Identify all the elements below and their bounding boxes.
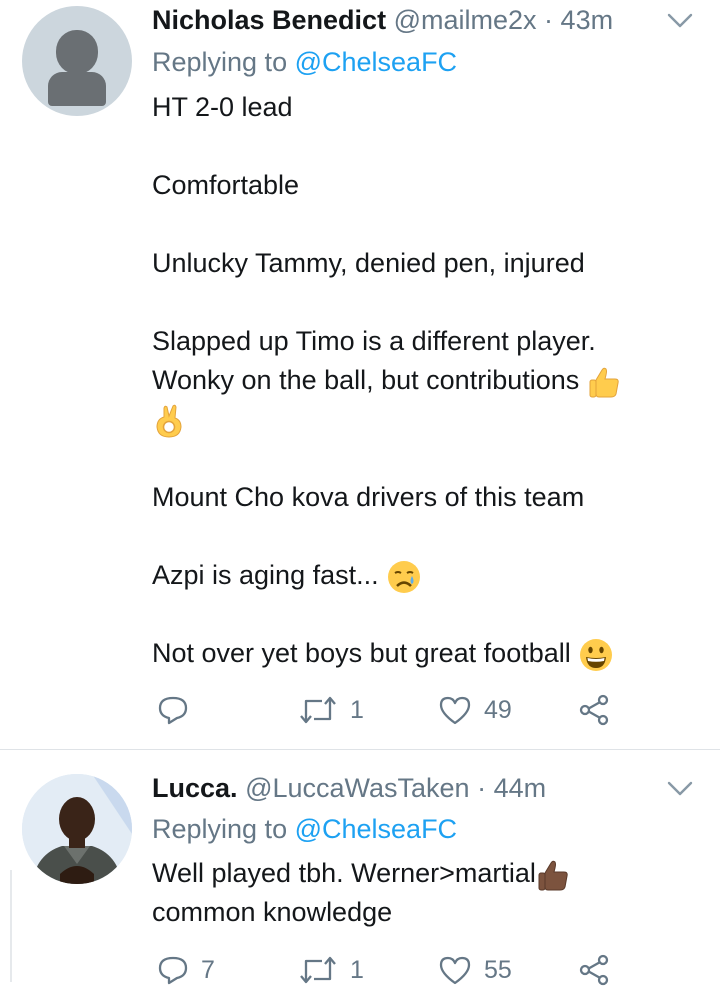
tweet-text: HT 2-0 lead Comfortable Unlucky Tammy, d… — [152, 88, 692, 673]
retweet-button[interactable]: 1 — [298, 954, 364, 986]
grinning-face-icon — [580, 638, 613, 671]
thumbs-up-icon — [589, 367, 619, 398]
avatar-photo — [22, 774, 132, 884]
replying-prefix: Replying to — [152, 47, 295, 77]
replying-to: Replying to @ChelseaFC — [152, 813, 457, 845]
tweet-line: HT 2-0 lead — [152, 92, 293, 122]
share-icon — [579, 694, 609, 726]
tweet-line-text: Well played tbh. Werner>martial — [152, 858, 536, 888]
default-avatar-body — [48, 72, 106, 106]
reply-button[interactable] — [157, 694, 201, 726]
retweet-button[interactable]: 1 — [298, 694, 364, 726]
heart-icon — [439, 696, 471, 725]
thread-edge-line — [10, 870, 12, 982]
crying-face-icon — [388, 560, 421, 593]
tweet-lucca[interactable]: Lucca. @LuccaWasTaken · 44m Replying to … — [0, 750, 720, 986]
tweet-line: Unlucky Tammy, denied pen, injured — [152, 248, 585, 278]
tweet-header: Lucca. @LuccaWasTaken · 44m — [152, 772, 546, 804]
reply-icon — [158, 696, 188, 725]
timestamp[interactable]: 43m — [561, 5, 614, 35]
replying-to: Replying to @ChelseaFC — [152, 46, 457, 78]
tweet-line-text: Azpi is aging fast... — [152, 560, 379, 590]
default-avatar-head — [56, 30, 98, 74]
retweet-icon — [300, 956, 336, 984]
display-name[interactable]: Lucca. — [152, 773, 238, 803]
reply-count: 7 — [201, 955, 215, 984]
like-count: 55 — [484, 955, 512, 984]
avatar[interactable] — [22, 6, 132, 116]
tweet-line-with-emoji: Wonky on the ball, but contributions — [152, 361, 692, 400]
tweet-line-with-emoji: Well played tbh. Werner>martial — [152, 854, 692, 893]
display-name[interactable]: Nicholas Benedict — [152, 5, 386, 35]
like-button[interactable]: 49 — [438, 694, 512, 726]
reply-icon — [158, 956, 188, 985]
tweet-line-with-emoji: Not over yet boys but great football — [152, 634, 692, 673]
thumbs-up-dark-icon — [538, 860, 568, 891]
tweet-line-with-emoji: Azpi is aging fast... — [152, 556, 692, 595]
chevron-down-icon[interactable] — [667, 780, 693, 798]
share-button[interactable] — [578, 694, 610, 726]
tweet-actions: 7 1 55 — [0, 954, 720, 986]
timestamp[interactable]: 44m — [494, 773, 547, 803]
tweet-line: common knowledge — [152, 897, 393, 927]
tweet-nicholas[interactable]: Nicholas Benedict @mailme2x · 43m Replyi… — [0, 0, 720, 749]
separator: · — [477, 773, 487, 803]
chevron-down-icon[interactable] — [667, 12, 693, 30]
share-button[interactable] — [578, 954, 610, 986]
emoji-line — [152, 400, 692, 439]
retweet-count: 1 — [350, 695, 364, 724]
ok-hand-icon — [156, 404, 182, 438]
tweet-text: Well played tbh. Werner>martial common k… — [152, 854, 692, 932]
tweet-line: Mount Cho kova drivers of this team — [152, 482, 585, 512]
separator: · — [544, 5, 554, 35]
tweet-actions: 1 49 — [0, 694, 720, 726]
like-count: 49 — [484, 695, 512, 724]
like-button[interactable]: 55 — [438, 954, 512, 986]
mention-link[interactable]: @ChelseaFC — [295, 47, 457, 77]
handle[interactable]: @mailme2x — [394, 5, 537, 35]
retweet-icon — [300, 696, 336, 724]
tweet-line: Comfortable — [152, 170, 300, 200]
retweet-count: 1 — [350, 955, 364, 984]
tweet-line: Slapped up Timo is a different player. — [152, 326, 596, 356]
share-icon — [579, 954, 609, 986]
handle[interactable]: @LuccaWasTaken — [245, 773, 470, 803]
heart-icon — [439, 956, 471, 985]
tweet-header: Nicholas Benedict @mailme2x · 43m — [152, 4, 613, 36]
mention-link[interactable]: @ChelseaFC — [295, 814, 457, 844]
reply-button[interactable]: 7 — [157, 954, 215, 986]
tweet-line-text: Not over yet boys but great football — [152, 638, 571, 668]
tweet-line-text: Wonky on the ball, but contributions — [152, 365, 580, 395]
replying-prefix: Replying to — [152, 814, 295, 844]
avatar[interactable] — [22, 774, 132, 884]
